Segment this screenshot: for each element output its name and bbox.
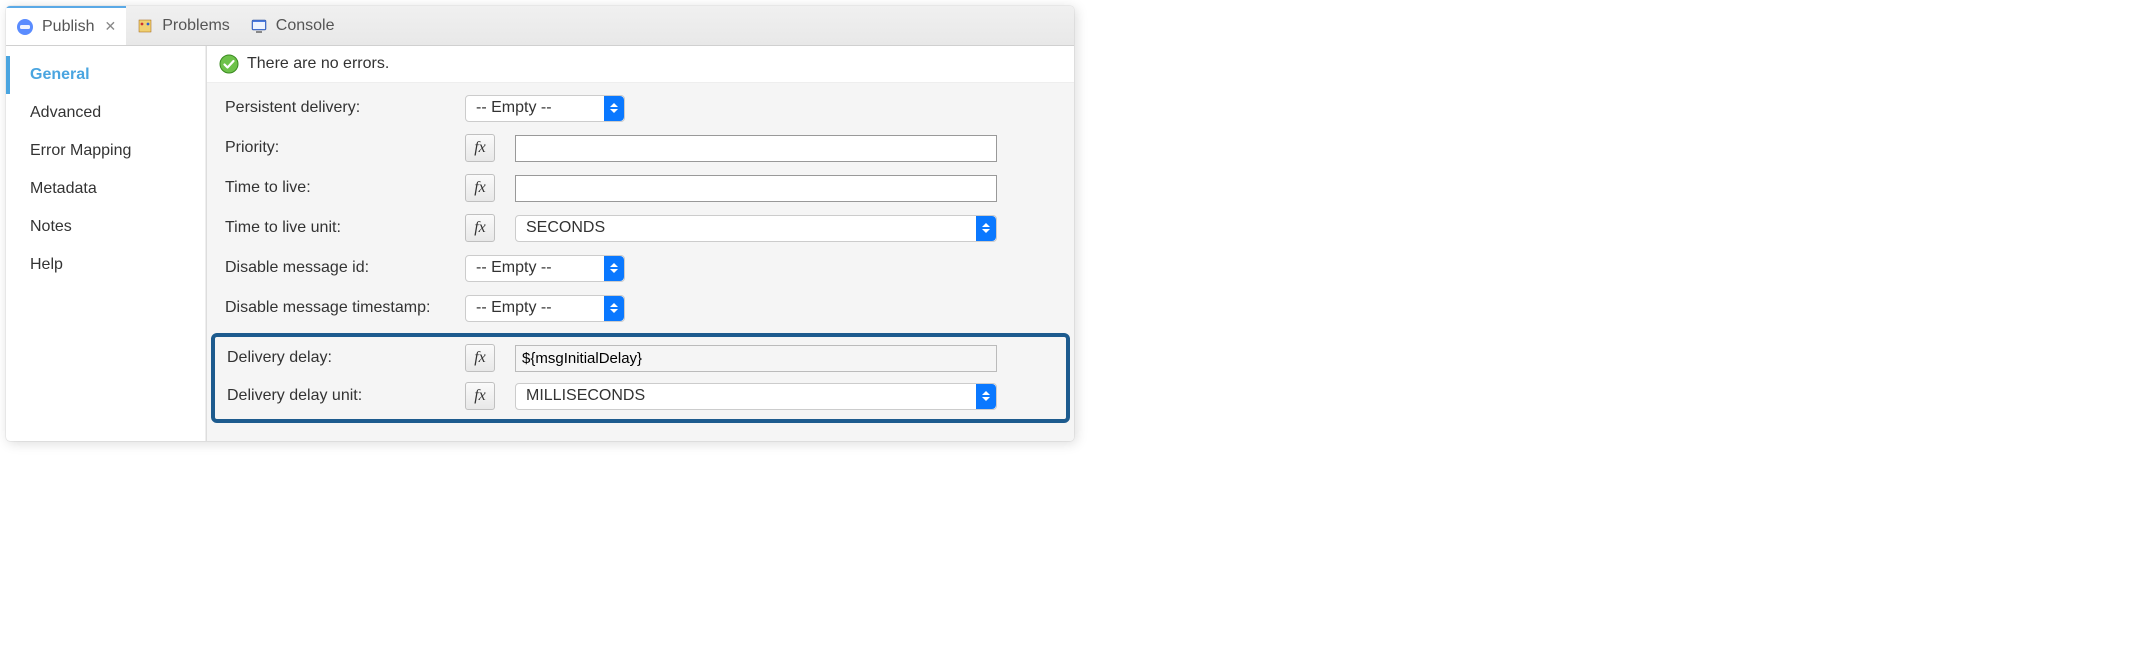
- fx-button[interactable]: fx: [465, 174, 495, 202]
- tab-console[interactable]: Console: [240, 6, 345, 46]
- sidebar-item-general[interactable]: General: [6, 56, 205, 94]
- delivery-delay-input[interactable]: [515, 345, 997, 372]
- check-ok-icon: [219, 54, 239, 74]
- fx-button[interactable]: fx: [465, 214, 495, 242]
- priority-input[interactable]: [515, 135, 997, 162]
- row-delivery-delay-unit: Delivery delay unit: fx MILLISECONDS: [227, 381, 1054, 411]
- sidebar-item-advanced[interactable]: Advanced: [6, 94, 205, 132]
- tab-label: Problems: [162, 17, 230, 35]
- publish-icon: [16, 18, 34, 36]
- dropdown-value: -- Empty --: [466, 99, 604, 117]
- sidebar-item-label: Metadata: [30, 180, 97, 197]
- fx-button[interactable]: fx: [465, 382, 495, 410]
- sidebar-item-label: Notes: [30, 218, 72, 235]
- dropdown-value: SECONDS: [516, 219, 976, 237]
- delivery-delay-unit-dropdown[interactable]: MILLISECONDS: [515, 383, 997, 410]
- status-bar: There are no errors.: [207, 46, 1074, 83]
- label-persistent-delivery: Persistent delivery:: [225, 99, 465, 117]
- chevron-updown-icon: [976, 216, 996, 241]
- label-ttl-unit: Time to live unit:: [225, 219, 465, 237]
- label-disable-msg-id: Disable message id:: [225, 259, 465, 277]
- sidebar-item-help[interactable]: Help: [6, 246, 205, 284]
- chevron-updown-icon: [604, 96, 624, 121]
- row-disable-message-id: Disable message id: -- Empty --: [225, 253, 1056, 283]
- sidebar-item-label: General: [30, 66, 90, 83]
- main-content: There are no errors. Persistent delivery…: [206, 46, 1074, 441]
- dropdown-value: -- Empty --: [466, 299, 604, 317]
- label-delivery-delay-unit: Delivery delay unit:: [227, 387, 465, 405]
- sidebar: General Advanced Error Mapping Metadata …: [6, 46, 206, 441]
- chevron-updown-icon: [976, 384, 996, 409]
- fx-button[interactable]: fx: [465, 344, 495, 372]
- highlighted-section: Delivery delay: fx Delivery delay unit: …: [211, 333, 1070, 423]
- editor-body: General Advanced Error Mapping Metadata …: [6, 46, 1074, 441]
- row-priority: Priority: fx: [225, 133, 1056, 163]
- tab-problems[interactable]: Problems: [126, 6, 240, 46]
- tab-label: Publish: [42, 18, 94, 36]
- dropdown-value: MILLISECONDS: [516, 387, 976, 405]
- label-disable-msg-ts: Disable message timestamp:: [225, 299, 465, 317]
- sidebar-item-notes[interactable]: Notes: [6, 208, 205, 246]
- row-time-to-live: Time to live: fx: [225, 173, 1056, 203]
- row-delivery-delay: Delivery delay: fx: [227, 343, 1054, 373]
- tab-publish[interactable]: Publish ✕: [6, 6, 126, 45]
- sidebar-item-metadata[interactable]: Metadata: [6, 170, 205, 208]
- dropdown-value: -- Empty --: [466, 259, 604, 277]
- tab-label: Console: [276, 17, 335, 35]
- sidebar-item-error-mapping[interactable]: Error Mapping: [6, 132, 205, 170]
- close-icon[interactable]: ✕: [104, 18, 116, 35]
- problems-icon: [136, 17, 154, 35]
- tab-bar: Publish ✕ Problems Console: [6, 6, 1074, 46]
- ttl-unit-dropdown[interactable]: SECONDS: [515, 215, 997, 242]
- label-ttl: Time to live:: [225, 179, 465, 197]
- form-area: Persistent delivery: -- Empty -- Priorit…: [207, 83, 1074, 441]
- persistent-delivery-dropdown[interactable]: -- Empty --: [465, 95, 625, 122]
- label-delivery-delay: Delivery delay:: [227, 349, 465, 367]
- disable-message-timestamp-dropdown[interactable]: -- Empty --: [465, 295, 625, 322]
- fx-button[interactable]: fx: [465, 134, 495, 162]
- sidebar-item-label: Advanced: [30, 104, 101, 121]
- chevron-updown-icon: [604, 256, 624, 281]
- sidebar-item-label: Help: [30, 256, 63, 273]
- console-icon: [250, 17, 268, 35]
- disable-message-id-dropdown[interactable]: -- Empty --: [465, 255, 625, 282]
- row-time-to-live-unit: Time to live unit: fx SECONDS: [225, 213, 1056, 243]
- label-priority: Priority:: [225, 139, 465, 157]
- row-persistent-delivery: Persistent delivery: -- Empty --: [225, 93, 1056, 123]
- sidebar-item-label: Error Mapping: [30, 142, 131, 159]
- time-to-live-input[interactable]: [515, 175, 997, 202]
- editor-panel: Publish ✕ Problems Console General Advan…: [6, 6, 1074, 441]
- row-disable-message-timestamp: Disable message timestamp: -- Empty --: [225, 293, 1056, 323]
- chevron-updown-icon: [604, 296, 624, 321]
- status-text: There are no errors.: [247, 55, 389, 73]
